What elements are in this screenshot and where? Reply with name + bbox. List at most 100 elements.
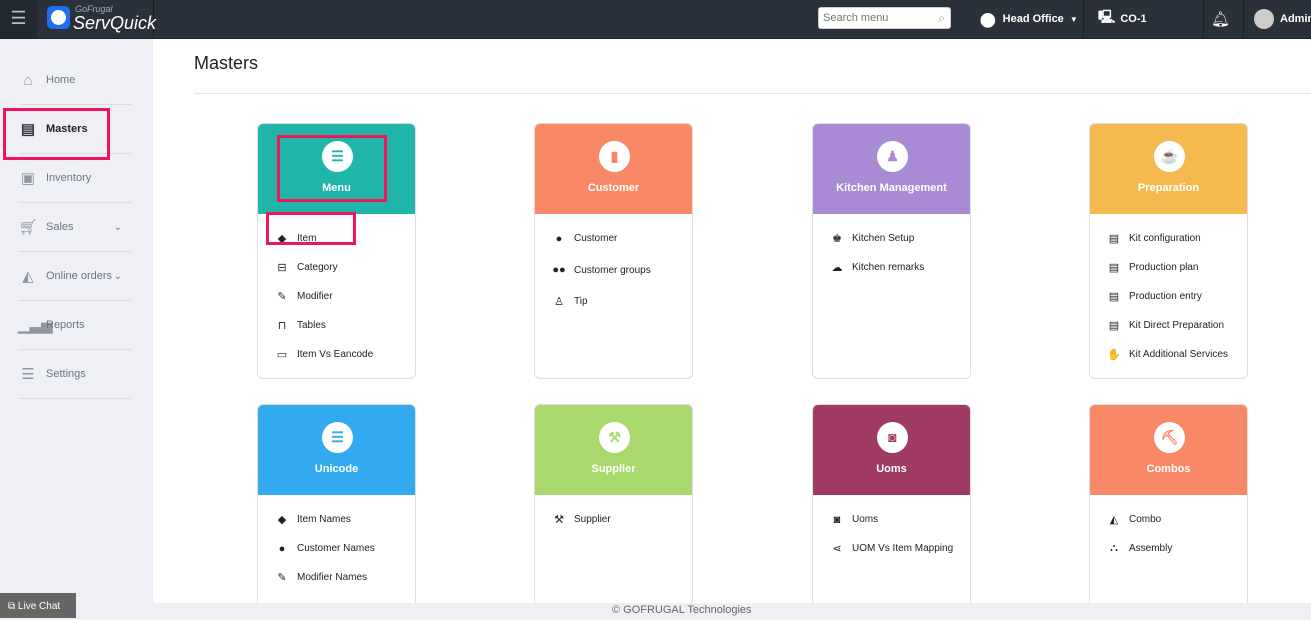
card-icon: ⛏ bbox=[1154, 422, 1185, 453]
card-link[interactable]: ◆ Item Names bbox=[274, 505, 415, 534]
hamburger-menu-icon[interactable]: ☰ bbox=[0, 0, 37, 38]
card-link[interactable]: ▤ Kit Direct Preparation bbox=[1106, 311, 1247, 340]
card-link[interactable]: ✎ Modifier bbox=[274, 282, 415, 311]
card-link-label: Modifier bbox=[297, 291, 333, 302]
card-link-label: Customer groups bbox=[574, 264, 651, 276]
brand-name: ServQuick bbox=[73, 13, 157, 33]
user-name: Admin bbox=[1280, 13, 1311, 25]
card-header[interactable]: ▮ Customer bbox=[535, 124, 692, 214]
card-link-label: Customer Names bbox=[297, 543, 375, 554]
sidebar-item-inventory[interactable]: ▣ Inventory bbox=[18, 154, 132, 203]
card-link-label: Kitchen remarks bbox=[852, 262, 925, 273]
item-icon: ♙ bbox=[554, 296, 564, 308]
card-link[interactable]: ▭ Item Vs Eancode bbox=[274, 340, 415, 369]
bell-icon[interactable]: 🔔︎ bbox=[1211, 0, 1230, 38]
sidebar-item-label: Online orders bbox=[46, 270, 113, 282]
card-link-label: Tables bbox=[297, 320, 326, 331]
card-link-label: Kitchen Setup bbox=[852, 233, 915, 244]
card-link-label: Modifier Names bbox=[297, 572, 368, 583]
card-link-label: UOM Vs Item Mapping bbox=[852, 543, 954, 554]
highlight-masters bbox=[3, 108, 110, 160]
card-link[interactable]: ●● Customer groups bbox=[551, 253, 692, 287]
card-header[interactable]: ◙ Uoms bbox=[813, 405, 970, 495]
location-dropdown[interactable]: ⬤ Head Office ▼ bbox=[980, 0, 1078, 38]
card-header[interactable]: ⛏ Combos bbox=[1090, 405, 1247, 495]
sidebar-item-home[interactable]: ⌂ Home bbox=[18, 56, 132, 105]
card-link[interactable]: ● Customer bbox=[551, 224, 692, 253]
card-link[interactable]: ◭ Combo bbox=[1106, 505, 1247, 534]
item-icon: ◆ bbox=[277, 514, 287, 526]
sidebar-item-settings[interactable]: ☰ Settings bbox=[18, 350, 132, 399]
card-header[interactable]: ☕ Preparation bbox=[1090, 124, 1247, 214]
search-icon[interactable]: ⌕ bbox=[938, 11, 945, 26]
card-title: Kitchen Management bbox=[836, 182, 947, 194]
chevron-down-icon: ⌄ bbox=[113, 221, 122, 233]
card-link-label: Customer bbox=[574, 233, 618, 244]
sidebar-item-sales[interactable]: 🛒︎ Sales ⌄ bbox=[18, 203, 132, 252]
card-header[interactable]: ⚒ Supplier bbox=[535, 405, 692, 495]
card-link-label: Uoms bbox=[852, 514, 879, 525]
sidebar-item-online-orders[interactable]: ◭ Online orders ⌄ bbox=[18, 252, 132, 301]
search-input[interactable] bbox=[819, 8, 929, 28]
settings-icon: ☰ bbox=[21, 366, 35, 383]
clock-logo-icon bbox=[47, 6, 70, 29]
top-bar: ☰ GoFrugal ServQuick ⌕ ⬤ Head Office ▼ 🖳… bbox=[0, 0, 1311, 39]
card-link[interactable]: ♚ Kitchen Setup bbox=[829, 224, 970, 253]
search-box[interactable]: ⌕ bbox=[818, 7, 951, 29]
page-title: Masters bbox=[194, 53, 259, 73]
card-link[interactable]: ▤ Production plan bbox=[1106, 253, 1247, 282]
chevron-down-icon: ⌄ bbox=[113, 270, 122, 282]
sidebar-item-reports[interactable]: ▁▃▅ Reports bbox=[18, 301, 132, 350]
item-icon: ● bbox=[278, 542, 286, 555]
card-title: Uoms bbox=[876, 463, 907, 475]
computer-icon: 🖳 bbox=[1098, 9, 1116, 24]
item-icon: ▤ bbox=[1108, 262, 1120, 274]
card-link[interactable]: ▤ Production entry bbox=[1106, 282, 1247, 311]
card-link[interactable]: ⛬ Assembly bbox=[1106, 534, 1247, 563]
card-header[interactable]: ♟ Kitchen Management bbox=[813, 124, 970, 214]
card-link[interactable]: ⋖ UOM Vs Item Mapping bbox=[829, 534, 970, 563]
card-link[interactable]: ⊓ Tables bbox=[274, 311, 415, 340]
item-icon: ⛬ bbox=[1110, 542, 1118, 554]
card-link-label: Assembly bbox=[1129, 543, 1173, 554]
card-link[interactable]: ✋ Kit Additional Services bbox=[1106, 340, 1247, 369]
card-link[interactable]: ◙ Uoms bbox=[829, 505, 970, 534]
master-card-unicode: ☰ Unicode ◆ Item Names ● Customer Names ✎ Modif… bbox=[257, 404, 416, 603]
sidebar-item-label: Home bbox=[46, 74, 76, 86]
sidebar-item-label: Inventory bbox=[46, 172, 92, 184]
card-link[interactable]: ⊟ Category bbox=[274, 253, 415, 282]
online-orders-icon: ◭ bbox=[22, 268, 34, 285]
reports-icon: ▁▃▅ bbox=[18, 317, 53, 334]
counter-label: CO-1 bbox=[1120, 13, 1147, 25]
item-icon: ✎ bbox=[277, 572, 287, 584]
item-icon: ◙ bbox=[833, 513, 841, 526]
live-chat-button[interactable]: ⧉ Live Chat bbox=[0, 593, 76, 618]
card-link-label: Tip bbox=[574, 296, 588, 307]
card-icon: ◙ bbox=[877, 422, 908, 453]
card-link[interactable]: ♙ Tip bbox=[551, 287, 692, 316]
sidebar-item-label: Reports bbox=[46, 319, 85, 331]
card-link[interactable]: ▤ Kit configuration bbox=[1106, 224, 1247, 253]
card-header[interactable]: ☰ Unicode bbox=[258, 405, 415, 495]
master-card-combos: ⛏ Combos ◭ Combo ⛬ Assembly bbox=[1089, 404, 1248, 603]
card-link[interactable]: ☁ Kitchen remarks bbox=[829, 253, 970, 282]
logo[interactable]: GoFrugal ServQuick bbox=[37, 0, 157, 38]
inventory-icon: ▣ bbox=[20, 170, 36, 187]
card-icon: ☕ bbox=[1154, 141, 1185, 172]
user-menu[interactable]: Admin bbox=[1254, 0, 1311, 38]
item-icon: ⊟ bbox=[277, 262, 287, 274]
card-link-label: Category bbox=[297, 262, 338, 273]
card-title: Unicode bbox=[314, 463, 359, 475]
master-card-uoms: ◙ Uoms ◙ Uoms ⋖ UOM Vs Item Mapping bbox=[812, 404, 971, 603]
item-icon: ♚ bbox=[832, 233, 842, 245]
card-link[interactable]: ✎ Modifier Names bbox=[274, 563, 415, 592]
card-link[interactable]: ● Customer Names bbox=[274, 534, 415, 563]
live-chat-label: Live Chat bbox=[17, 601, 61, 612]
card-icon: ⚒ bbox=[599, 422, 630, 453]
card-link[interactable]: ⚒ Supplier bbox=[551, 505, 692, 534]
footer-copyright: © GOFRUGAL Technologies bbox=[612, 604, 752, 616]
main-panel: Masters ☰ Menu ◆ Item ⊟ Category ✎ Modifier ⊓ Tab… bbox=[153, 39, 1311, 603]
counter-selector[interactable]: 🖳 CO-1 bbox=[1098, 0, 1147, 38]
location-pin-icon: ⬤ bbox=[980, 10, 996, 27]
home-icon: ⌂ bbox=[23, 71, 33, 89]
